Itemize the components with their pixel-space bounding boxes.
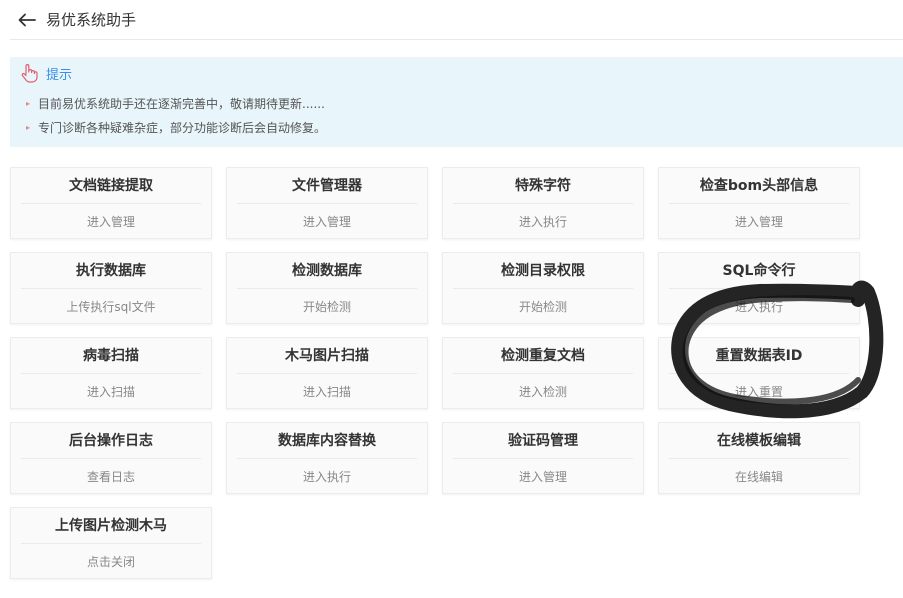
- tool-card-title: 验证码管理: [453, 423, 633, 459]
- tool-card-duplicate-docs[interactable]: 检测重复文档 进入检测: [442, 337, 644, 409]
- tool-card-action[interactable]: 进入扫描: [11, 374, 211, 410]
- tip-panel: 提示 ▸ 目前易优系统助手还在逐渐完善中，敬请期待更新...... ▸ 专门诊断…: [10, 57, 903, 147]
- tool-card-trojan-image-scan[interactable]: 木马图片扫描 进入扫描: [226, 337, 428, 409]
- tool-card-title: 文档链接提取: [21, 168, 201, 204]
- tool-card-title: 后台操作日志: [21, 423, 201, 459]
- tip-title: 提示: [46, 67, 73, 83]
- tool-card-title: 在线模板编辑: [669, 423, 849, 459]
- tool-card-title: 木马图片扫描: [237, 338, 417, 374]
- tool-card-action[interactable]: 上传执行sql文件: [11, 289, 211, 325]
- tool-card-bom-check[interactable]: 检查bom头部信息 进入管理: [658, 167, 860, 239]
- tip-text: 专门诊断各种疑难杂症，部分功能诊断后会自动修复。: [38, 121, 327, 135]
- tool-card-reset-table-id[interactable]: 重置数据表ID 进入重置: [658, 337, 860, 409]
- tool-card-action[interactable]: 进入管理: [227, 204, 427, 240]
- tool-card-title: 特殊字符: [453, 168, 633, 204]
- bullet-arrow-icon: ▸: [26, 123, 31, 132]
- tool-card-action[interactable]: 查看日志: [11, 459, 211, 495]
- tool-card-doc-link-extract[interactable]: 文档链接提取 进入管理: [10, 167, 212, 239]
- tip-text: 目前易优系统助手还在逐渐完善中，敬请期待更新......: [38, 97, 325, 111]
- back-button[interactable]: [14, 7, 40, 33]
- tool-card-check-dir-permissions[interactable]: 检测目录权限 开始检测: [442, 252, 644, 324]
- arrow-left-icon: [18, 13, 36, 26]
- tool-card-title: 数据库内容替换: [237, 423, 417, 459]
- tool-card-sql-console[interactable]: SQL命令行 进入执行: [658, 252, 860, 324]
- page-title: 易优系统助手: [46, 11, 137, 29]
- hand-pointer-icon: [21, 64, 38, 83]
- tool-card-action[interactable]: 开始检测: [443, 289, 643, 325]
- tool-card-action[interactable]: 进入执行: [443, 204, 643, 240]
- tool-card-title: 重置数据表ID: [669, 338, 849, 374]
- tool-card-title: 病毒扫描: [21, 338, 201, 374]
- page-header: 易优系统助手: [10, 0, 903, 40]
- tool-card-special-chars[interactable]: 特殊字符 进入执行: [442, 167, 644, 239]
- tool-card-action[interactable]: 在线编辑: [659, 459, 859, 495]
- tool-card-title: SQL命令行: [669, 253, 849, 289]
- tool-card-action[interactable]: 进入执行: [659, 289, 859, 325]
- tool-card-action[interactable]: 进入管理: [659, 204, 859, 240]
- tool-card-action[interactable]: 进入重置: [659, 374, 859, 410]
- tool-card-action[interactable]: 进入扫描: [227, 374, 427, 410]
- tool-card-action[interactable]: 进入管理: [443, 459, 643, 495]
- tip-header: 提示: [20, 63, 72, 83]
- tool-card-action[interactable]: 点击关闭: [11, 544, 211, 580]
- tool-card-title: 检查bom头部信息: [669, 168, 849, 204]
- tool-card-upload-image-trojan[interactable]: 上传图片检测木马 点击关闭: [10, 507, 212, 579]
- tool-card-virus-scan[interactable]: 病毒扫描 进入扫描: [10, 337, 212, 409]
- tool-card-title: 检测重复文档: [453, 338, 633, 374]
- tip-item: ▸ 目前易优系统助手还在逐渐完善中，敬请期待更新......: [26, 95, 325, 112]
- tool-card-title: 上传图片检测木马: [21, 508, 201, 544]
- tool-card-admin-log[interactable]: 后台操作日志 查看日志: [10, 422, 212, 494]
- tool-card-file-manager[interactable]: 文件管理器 进入管理: [226, 167, 428, 239]
- tool-card-online-template-edit[interactable]: 在线模板编辑 在线编辑: [658, 422, 860, 494]
- tool-card-db-content-replace[interactable]: 数据库内容替换 进入执行: [226, 422, 428, 494]
- tool-card-title: 执行数据库: [21, 253, 201, 289]
- tool-card-title: 文件管理器: [237, 168, 417, 204]
- tool-card-check-database[interactable]: 检测数据库 开始检测: [226, 252, 428, 324]
- tool-card-title: 检测目录权限: [453, 253, 633, 289]
- tool-card-action[interactable]: 进入检测: [443, 374, 643, 410]
- tool-card-action[interactable]: 进入执行: [227, 459, 427, 495]
- tool-card-action[interactable]: 进入管理: [11, 204, 211, 240]
- tool-card-action[interactable]: 开始检测: [227, 289, 427, 325]
- tool-card-run-database[interactable]: 执行数据库 上传执行sql文件: [10, 252, 212, 324]
- bullet-arrow-icon: ▸: [26, 99, 31, 108]
- page: 易优系统助手 提示 ▸ 目前易优系统助手还在逐渐完善中，敬请期待更新......…: [0, 0, 903, 598]
- tool-card-title: 检测数据库: [237, 253, 417, 289]
- tip-item: ▸ 专门诊断各种疑难杂症，部分功能诊断后会自动修复。: [26, 119, 326, 136]
- tool-card-captcha-manage[interactable]: 验证码管理 进入管理: [442, 422, 644, 494]
